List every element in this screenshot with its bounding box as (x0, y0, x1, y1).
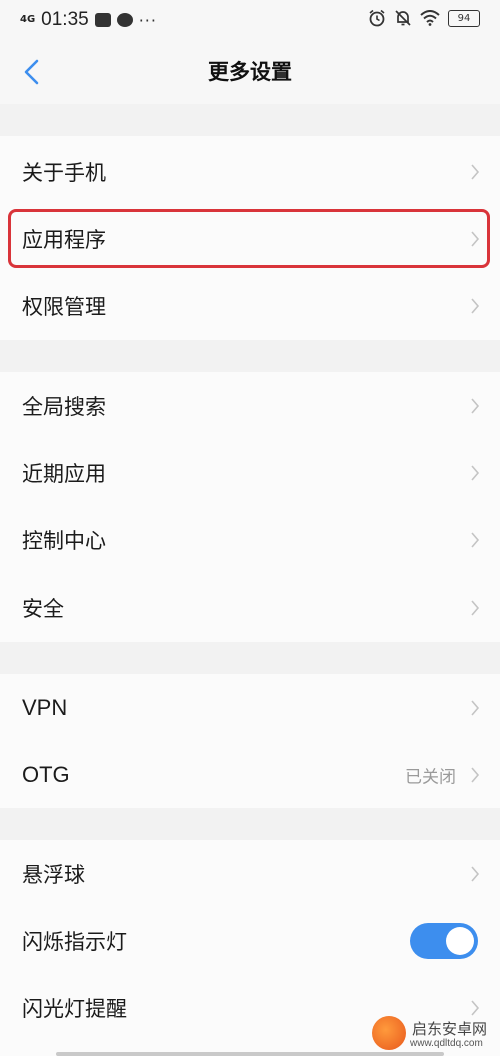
page-title: 更多设置 (208, 60, 292, 84)
permission-management-item[interactable]: 权限管理 (0, 272, 500, 339)
vpn-item[interactable]: VPN (0, 674, 500, 741)
item-label: 全局搜索 (22, 394, 106, 419)
chevron-right-icon (471, 531, 480, 548)
recent-apps-item[interactable]: 近期应用 (0, 439, 500, 506)
blinking-indicator-item: 闪烁指示灯 (0, 907, 500, 974)
mute-bell-icon (395, 10, 411, 26)
battery-indicator: 94 (448, 9, 480, 27)
chevron-right-icon (471, 599, 480, 616)
watermark-logo-icon (372, 1016, 406, 1050)
chevron-right-icon (471, 699, 480, 716)
blinking-indicator-toggle[interactable] (410, 922, 478, 959)
more-notifications-icon: ··· (138, 10, 157, 30)
item-label: VPN (22, 694, 68, 720)
chevron-right-icon (471, 766, 480, 783)
watermark-name: 启东安卓网 (412, 1020, 488, 1038)
security-item[interactable]: 安全 (0, 574, 500, 641)
item-label: 关于手机 (22, 160, 106, 185)
global-search-item[interactable]: 全局搜索 (0, 372, 500, 439)
status-time: 01:35 (41, 9, 89, 30)
about-phone-item[interactable]: 关于手机 (0, 138, 500, 205)
item-label: 闪光灯提醒 (22, 996, 127, 1021)
wechat-icon (116, 13, 133, 27)
chevron-right-icon (471, 297, 480, 314)
item-label: 安全 (22, 596, 64, 621)
status-bar: 4G 01:35 ··· 94 (0, 0, 500, 40)
chevron-right-icon (471, 163, 480, 180)
item-label: 悬浮球 (22, 862, 85, 887)
alarm-icon (369, 9, 385, 27)
home-indicator (56, 1052, 444, 1056)
otg-status-value: 已关闭 (405, 767, 456, 787)
chevron-right-icon (471, 865, 480, 882)
watermark-url: www.qdltdq.com (410, 1038, 483, 1049)
item-label: 控制中心 (22, 528, 106, 553)
notification-app-icon (94, 13, 111, 27)
item-label: 权限管理 (22, 294, 106, 319)
chevron-right-icon (471, 230, 480, 247)
item-label: 近期应用 (22, 461, 106, 486)
item-label: 闪烁指示灯 (22, 929, 127, 954)
chevron-right-icon (471, 999, 480, 1016)
top-app-bar: 更多设置 (0, 40, 500, 104)
toggle-knob (446, 926, 474, 955)
settings-group-features: 全局搜索 近期应用 控制中心 安全 (0, 372, 500, 642)
control-center-item[interactable]: 控制中心 (0, 506, 500, 573)
chevron-right-icon (471, 397, 480, 414)
wifi-icon (420, 10, 440, 26)
signal-indicator: 4G (20, 14, 36, 25)
item-label: OTG (22, 761, 70, 787)
floating-ball-item[interactable]: 悬浮球 (0, 840, 500, 907)
applications-item[interactable]: 应用程序 (0, 205, 500, 272)
item-label: 应用程序 (22, 227, 106, 252)
settings-group-system: 关于手机 应用程序 权限管理 (0, 136, 500, 340)
settings-group-connections: VPN OTG 已关闭 (0, 674, 500, 808)
otg-item[interactable]: OTG 已关闭 (0, 741, 500, 808)
chevron-right-icon (471, 464, 480, 481)
